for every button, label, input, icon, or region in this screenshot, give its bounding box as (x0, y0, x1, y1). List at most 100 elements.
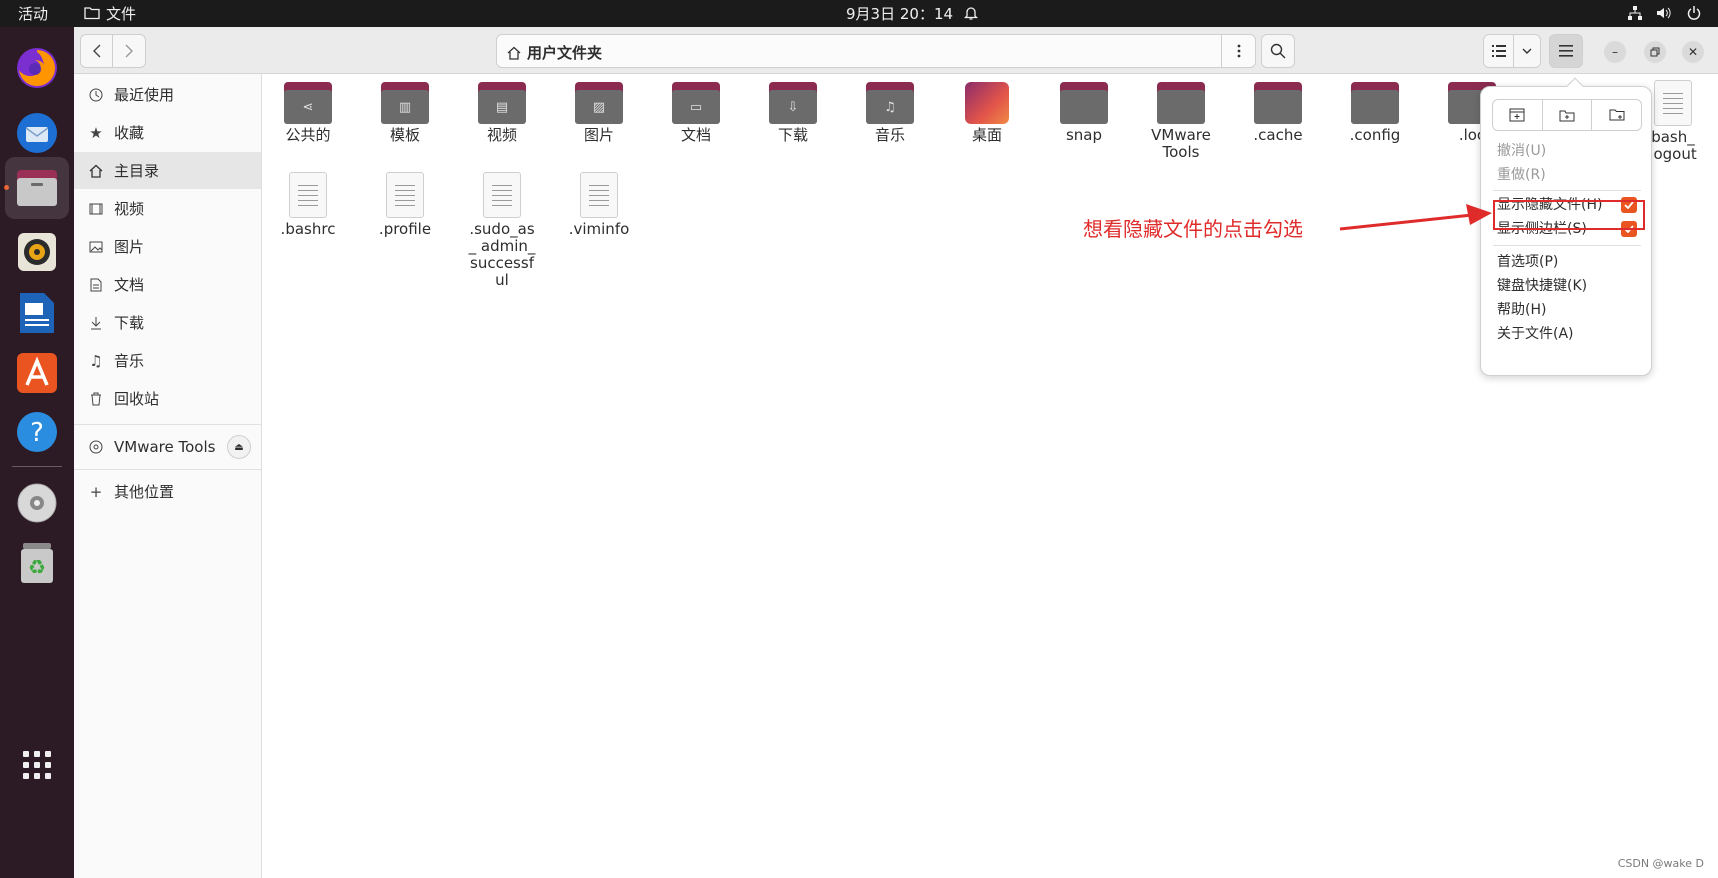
video-icon (88, 201, 104, 217)
sidebar-item-pictures[interactable]: 图片 (74, 228, 261, 265)
restore-icon (1650, 47, 1660, 57)
menu-separator (1493, 245, 1641, 246)
sidebar-item-videos[interactable]: 视频 (74, 190, 261, 227)
thunderbird-icon[interactable] (13, 109, 61, 157)
activities-button[interactable]: 活动 (18, 4, 48, 24)
folder-item[interactable]: ⇩ 下载 (748, 82, 838, 144)
power-icon[interactable] (1686, 5, 1702, 21)
file-item[interactable]: .sudo_as_ admin_ successful (457, 172, 547, 289)
folder-item[interactable]: 桌面 (942, 82, 1032, 144)
firefox-icon[interactable] (13, 44, 61, 92)
files-icon[interactable] (5, 157, 69, 219)
path-menu-button[interactable] (1221, 35, 1255, 67)
sidebar-item-label: 主目录 (114, 162, 160, 180)
sidebar-item-label: 回收站 (114, 390, 160, 408)
file-item[interactable]: .bashrc (263, 172, 353, 238)
popover-action-buttons (1492, 99, 1642, 131)
kebab-icon (1237, 44, 1240, 58)
menu-help[interactable]: 帮助(H) (1497, 300, 1546, 320)
sidebar-item-other-locations[interactable]: + 其他位置 (74, 473, 261, 510)
image-icon (88, 239, 104, 255)
dock: ? ♻ (0, 27, 74, 878)
clock-icon (88, 87, 104, 103)
header-bar: 用户文件夹 – ✕ (74, 27, 1718, 74)
path-bar[interactable]: 用户文件夹 (496, 34, 1256, 68)
menu-separator (1493, 190, 1641, 191)
search-button[interactable] (1261, 34, 1295, 68)
trash-icon[interactable]: ♻ (13, 539, 61, 587)
help-icon[interactable]: ? (13, 408, 61, 456)
folder-item[interactable]: ♫ 音乐 (845, 82, 935, 144)
app-center-icon[interactable] (13, 349, 61, 397)
home-icon (507, 46, 521, 60)
forward-button[interactable] (113, 35, 145, 67)
folder-icon: ▤ (478, 82, 526, 124)
sidebar-item-home[interactable]: 主目录 (74, 152, 261, 189)
folder-icon: ♫ (866, 82, 914, 124)
folder-item[interactable]: ⋖ 公共的 (263, 82, 353, 144)
minimize-button[interactable]: – (1604, 41, 1626, 63)
view-options-button[interactable] (1514, 35, 1540, 67)
folder-item[interactable]: ▭ 文档 (651, 82, 741, 144)
desktop-folder-icon (965, 82, 1009, 124)
sidebar-item-downloads[interactable]: 下载 (74, 304, 261, 341)
menu-redo[interactable]: 重做(R) (1497, 165, 1546, 185)
eject-button[interactable]: ⏏ (227, 435, 251, 459)
folder-item[interactable]: ▤ 视频 (457, 82, 547, 144)
new-folder-button[interactable] (1592, 100, 1641, 130)
folder-item[interactable]: .config (1330, 82, 1420, 144)
disc-icon[interactable] (13, 479, 61, 527)
chevron-right-icon (125, 44, 133, 58)
back-button[interactable] (81, 35, 114, 67)
network-icon[interactable] (1627, 5, 1643, 21)
bell-icon[interactable] (963, 5, 979, 21)
writer-icon[interactable] (13, 289, 61, 337)
folder-item[interactable]: .cache (1233, 82, 1323, 144)
main-menu-popover: 撤消(U) 重做(R) 显示隐藏文件(H) 显示侧边栏(S) 首选项(P) 键盘… (1480, 77, 1652, 376)
location-label: 用户文件夹 (527, 44, 603, 62)
folder-item[interactable]: snap (1039, 82, 1129, 144)
show-apps-icon[interactable] (13, 741, 61, 789)
sidebar-item-trash[interactable]: 回收站 (74, 380, 261, 417)
menu-undo[interactable]: 撤消(U) (1497, 141, 1546, 161)
sidebar-item-recent[interactable]: 最近使用 (74, 76, 261, 113)
file-item[interactable]: .profile (360, 172, 450, 238)
music-icon: ♫ (89, 351, 103, 370)
sidebar-item-vmware-tools[interactable]: VMware Tools ⏏ (74, 428, 261, 465)
sidebar-item-music[interactable]: ♫ 音乐 (74, 342, 261, 379)
sidebar-item-starred[interactable]: ★ 收藏 (74, 114, 261, 151)
sidebar-item-label: 图片 (114, 238, 145, 256)
volume-icon[interactable] (1655, 5, 1671, 21)
folder-icon: ▭ (672, 82, 720, 124)
sidebar: 最近使用 ★ 收藏 主目录 视频 图片 文档 下载 ♫ 音乐 回收站 VMwar… (74, 74, 262, 878)
folder-icon (1060, 82, 1108, 124)
folder-item[interactable]: ▥ 模板 (360, 82, 450, 144)
watermark: CSDN @wake D (1617, 857, 1704, 870)
menu-keyboard-shortcuts[interactable]: 键盘快捷键(K) (1497, 276, 1587, 296)
sidebar-item-label: 收藏 (114, 124, 145, 142)
menu-preferences[interactable]: 首选项(P) (1497, 252, 1558, 272)
file-item[interactable]: .viminfo (554, 172, 644, 238)
nav-buttons (80, 34, 146, 68)
sidebar-item-documents[interactable]: 文档 (74, 266, 261, 303)
clock[interactable]: 9月3日 20：14 (846, 4, 953, 24)
list-view-button[interactable] (1484, 35, 1515, 67)
folder-icon: ⇩ (769, 82, 817, 124)
folder-item[interactable]: ▨ 图片 (554, 82, 644, 144)
new-window-button[interactable] (1493, 100, 1543, 130)
app-menu[interactable]: 文件 (106, 4, 136, 24)
hamburger-icon (1559, 45, 1573, 57)
folder-icon: ▨ (575, 82, 623, 124)
close-button[interactable]: ✕ (1682, 41, 1704, 63)
breadcrumb[interactable]: 用户文件夹 (507, 42, 602, 63)
menu-about[interactable]: 关于文件(A) (1497, 324, 1574, 344)
svg-text:?: ? (30, 418, 44, 448)
maximize-button[interactable] (1644, 41, 1666, 63)
main-menu-button[interactable] (1549, 34, 1583, 68)
text-file-icon (289, 172, 327, 218)
sidebar-item-label: 最近使用 (114, 86, 175, 104)
new-tab-button[interactable] (1543, 100, 1593, 130)
folder-item[interactable]: VMware Tools (1136, 82, 1226, 161)
rhythmbox-icon[interactable] (13, 228, 61, 276)
folder-icon (84, 5, 100, 21)
